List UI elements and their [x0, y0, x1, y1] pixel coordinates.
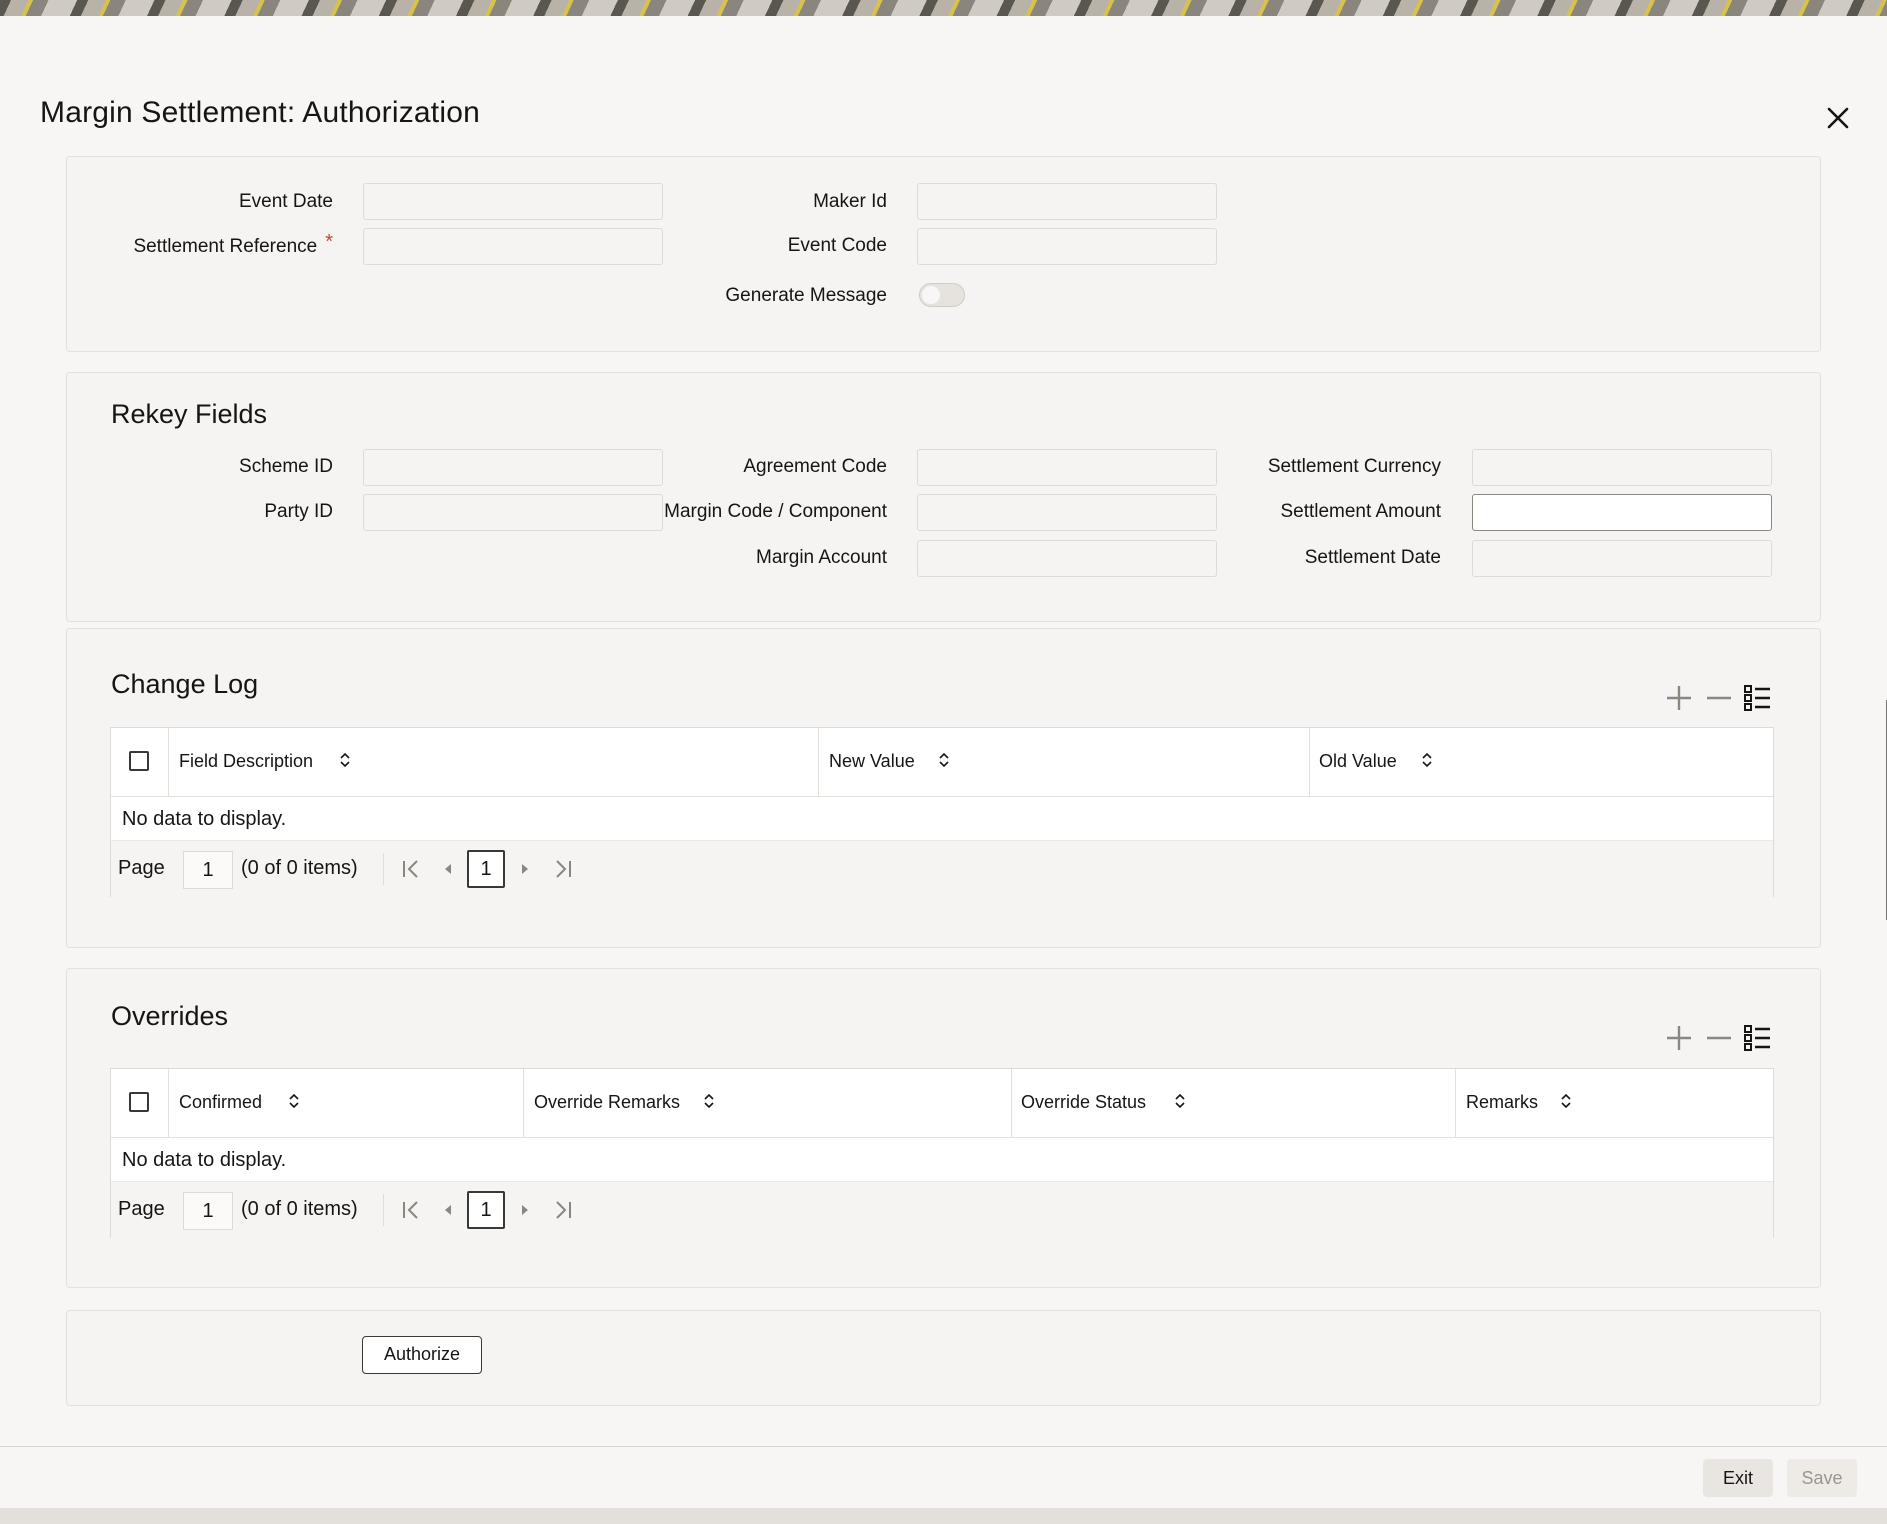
event-date-label: Event Date — [239, 191, 333, 212]
settlement-amount-label: Settlement Amount — [1280, 501, 1441, 522]
scheme-id-label: Scheme ID — [239, 456, 333, 477]
maker-id-label: Maker Id — [813, 191, 887, 212]
window-title: Margin Settlement: Authorization — [40, 96, 480, 129]
table-header: Confirmed Override Remarks Override Stat… — [111, 1069, 1773, 1138]
column-divider — [1309, 728, 1310, 796]
change-log-table: Field Description New Value Old Value No… — [110, 727, 1774, 898]
pagination-bar: Page 1 (0 of 0 items) 1 — [111, 840, 1773, 898]
page-label: Page — [118, 857, 165, 879]
minus-icon[interactable] — [1702, 681, 1736, 715]
empty-message: No data to display. — [122, 1149, 287, 1171]
sort-icon[interactable] — [1559, 1091, 1573, 1111]
agreement-code-label: Agreement Code — [743, 456, 887, 477]
overrides-table: Confirmed Override Remarks Override Stat… — [110, 1068, 1774, 1239]
current-page-button[interactable]: 1 — [467, 1191, 505, 1229]
actions-panel — [66, 1310, 1821, 1406]
maker-id-input[interactable] — [917, 183, 1217, 220]
column-header-new-value[interactable]: New Value — [829, 751, 915, 772]
prev-page-icon[interactable] — [434, 855, 462, 883]
settlement-amount-input[interactable] — [1472, 494, 1772, 531]
rekey-fields-panel: Rekey Fields Scheme ID Party ID Agreemen… — [66, 372, 1821, 622]
select-all-checkbox[interactable] — [129, 1092, 149, 1112]
column-divider — [1455, 1069, 1456, 1137]
dialog-window: Margin Settlement: Authorization Event D… — [0, 16, 1887, 1508]
rekey-fields-title: Rekey Fields — [111, 399, 268, 429]
generate-message-label: Generate Message — [725, 285, 887, 306]
settlement-date-label: Settlement Date — [1304, 547, 1441, 568]
first-page-icon[interactable] — [397, 855, 425, 883]
sort-icon[interactable] — [937, 750, 951, 770]
settlement-currency-label: Settlement Currency — [1267, 456, 1441, 477]
column-divider — [818, 728, 819, 796]
first-page-icon[interactable] — [397, 1196, 425, 1224]
footer-bar: Exit Save — [0, 1446, 1887, 1507]
settlement-reference-label: Settlement Reference * — [67, 231, 333, 258]
authorize-button[interactable]: Authorize — [362, 1336, 482, 1374]
settlement-reference-label-text: Settlement Reference — [133, 236, 318, 257]
sort-icon[interactable] — [1173, 1091, 1187, 1111]
column-divider — [523, 1069, 524, 1137]
generate-message-toggle[interactable] — [919, 283, 965, 307]
plus-icon[interactable] — [1662, 681, 1696, 715]
list-icon[interactable] — [1740, 681, 1774, 715]
column-divider — [168, 728, 169, 796]
next-page-icon[interactable] — [511, 1196, 539, 1224]
select-all-checkbox[interactable] — [129, 751, 149, 771]
change-log-title: Change Log — [111, 669, 259, 699]
margin-code-component-label: Margin Code / Component — [664, 501, 887, 522]
column-header-remarks[interactable]: Remarks — [1466, 1092, 1538, 1113]
plus-icon[interactable] — [1662, 1021, 1696, 1055]
list-icon[interactable] — [1740, 1021, 1774, 1055]
page-number-input[interactable]: 1 — [183, 851, 233, 889]
sort-icon[interactable] — [287, 1091, 301, 1111]
event-code-label: Event Code — [787, 235, 887, 256]
last-page-icon[interactable] — [549, 1196, 577, 1224]
column-header-old-value[interactable]: Old Value — [1319, 751, 1397, 772]
prev-page-icon[interactable] — [434, 1196, 462, 1224]
item-count: (0 of 0 items) — [241, 857, 358, 879]
close-icon[interactable] — [1820, 100, 1856, 136]
page-label: Page — [118, 1198, 165, 1220]
party-id-label: Party ID — [264, 501, 333, 522]
pager-divider — [383, 853, 384, 885]
last-page-icon[interactable] — [549, 855, 577, 883]
toggle-knob — [922, 286, 940, 304]
empty-message: No data to display. — [122, 808, 287, 830]
column-header-override-remarks[interactable]: Override Remarks — [534, 1092, 680, 1113]
column-divider — [168, 1069, 169, 1137]
save-button[interactable]: Save — [1787, 1459, 1857, 1497]
minus-icon[interactable] — [1702, 1021, 1736, 1055]
margin-account-label: Margin Account — [756, 547, 887, 568]
settlement-currency-input[interactable] — [1472, 449, 1772, 486]
required-indicator: * — [325, 231, 333, 253]
next-page-icon[interactable] — [511, 855, 539, 883]
page-number-input[interactable]: 1 — [183, 1192, 233, 1230]
table-header: Field Description New Value Old Value — [111, 728, 1773, 797]
exit-button[interactable]: Exit — [1703, 1459, 1773, 1497]
column-header-field-description[interactable]: Field Description — [179, 751, 313, 772]
sort-icon[interactable] — [338, 750, 352, 770]
column-divider — [1011, 1069, 1012, 1137]
settlement-date-input[interactable] — [1472, 540, 1772, 577]
pagination-bar: Page 1 (0 of 0 items) 1 — [111, 1181, 1773, 1239]
pager-divider — [383, 1194, 384, 1226]
sort-icon[interactable] — [702, 1091, 716, 1111]
column-header-confirmed[interactable]: Confirmed — [179, 1092, 262, 1113]
current-page-button[interactable]: 1 — [467, 850, 505, 888]
overrides-title: Overrides — [111, 1001, 229, 1031]
bottom-status-bar — [0, 1508, 1887, 1524]
item-count: (0 of 0 items) — [241, 1198, 358, 1220]
event-code-input[interactable] — [917, 228, 1217, 265]
column-header-override-status[interactable]: Override Status — [1021, 1092, 1146, 1113]
header-fields-panel: Event Date Settlement Reference * Maker I… — [66, 156, 1821, 352]
sort-icon[interactable] — [1420, 750, 1434, 770]
